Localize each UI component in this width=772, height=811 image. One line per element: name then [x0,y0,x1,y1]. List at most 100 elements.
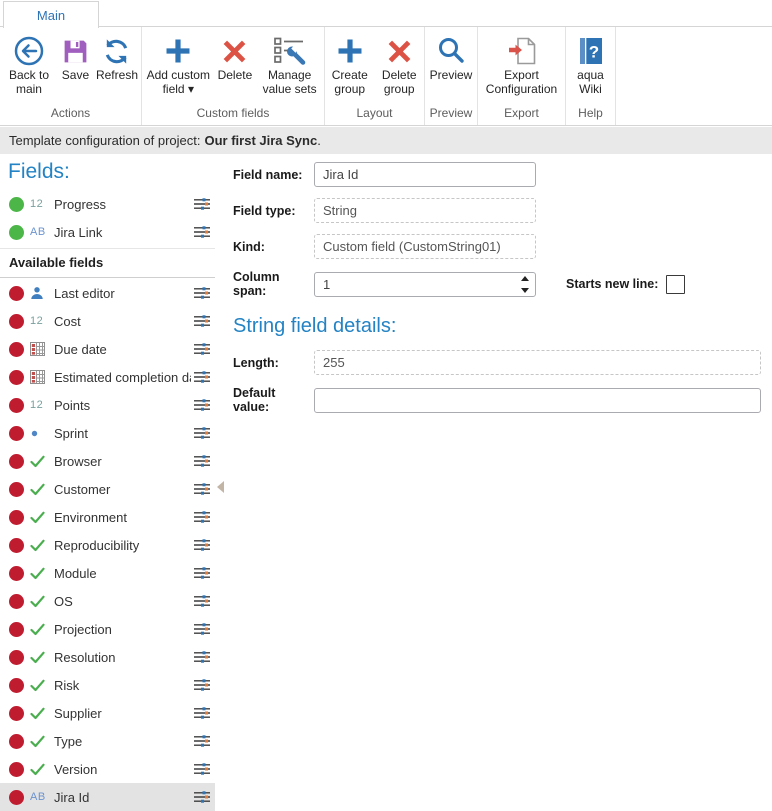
field-item-last-editor[interactable]: Last editor [0,279,215,307]
field-item-type[interactable]: Type [0,727,215,755]
tune-icon[interactable] [193,454,211,468]
add-custom-field-button[interactable]: Add custom field ▾ [142,31,215,98]
tune-icon[interactable] [193,286,211,300]
field-item-os[interactable]: OS [0,587,215,615]
tune-icon[interactable] [193,510,211,524]
string-field-details-title: String field details: [233,315,761,338]
check-type-icon [30,679,51,692]
sidebar-collapse-arrow-icon[interactable] [217,481,224,493]
field-item-label: Browser [54,454,191,469]
tune-icon[interactable] [193,398,211,412]
check-type-icon [30,651,51,664]
tune-icon[interactable] [193,734,211,748]
check-type-icon [30,707,51,720]
default-value-input[interactable] [314,388,761,413]
save-button[interactable]: Save [58,31,93,85]
field-item-reproducibility[interactable]: Reproducibility [0,531,215,559]
field-item-due-date[interactable]: Due date [0,335,215,363]
delete-group-button[interactable]: Delete group [375,31,425,98]
default-value-label: Default value: [233,386,314,414]
field-item-risk[interactable]: Risk [0,671,215,699]
project-name: Our first Jira Sync [205,133,318,148]
field-item-label: Risk [54,678,191,693]
field-config-form: Field name: Field type: Kind: Column spa… [225,154,772,805]
available-status-dot [9,286,24,301]
tune-icon[interactable] [193,482,211,496]
check-type-icon [30,623,51,636]
fields-sidebar: Fields: 12ProgressABJira Link Available … [0,154,225,805]
field-item-label: Jira Id [54,790,191,805]
check-type-icon [30,735,51,748]
available-status-dot [9,342,24,357]
manage-value-sets-button[interactable]: Manage value sets [255,31,324,98]
available-status-dot [9,566,24,581]
active-status-dot [9,197,24,212]
tune-icon[interactable] [193,790,211,804]
back-to-main-button[interactable]: Back to main [0,31,58,98]
tune-icon[interactable] [193,678,211,692]
export-configuration-button[interactable]: Export Configuration [478,31,565,98]
available-status-dot [9,678,24,693]
tune-icon[interactable] [193,622,211,636]
tune-icon[interactable] [193,197,211,211]
ribbon-group-export: Export Configuration Export [478,27,566,125]
field-item-progress[interactable]: 12Progress [0,190,215,218]
number-type-icon: 12 [30,198,51,210]
field-item-environment[interactable]: Environment [0,503,215,531]
button-label: Delete group [378,69,422,96]
tune-icon[interactable] [193,342,211,356]
field-item-browser[interactable]: Browser [0,447,215,475]
field-item-jira-link[interactable]: ABJira Link [0,218,215,246]
tab-main[interactable]: Main [3,1,99,28]
delete-button[interactable]: Delete [215,31,256,85]
field-item-label: Module [54,566,191,581]
sprint-type-icon [30,429,51,438]
refresh-button[interactable]: Refresh [93,31,141,85]
column-span-input[interactable] [314,272,536,297]
field-item-sprint[interactable]: Sprint [0,419,215,447]
field-item-cost[interactable]: 12Cost [0,307,215,335]
field-item-estimated-completion-dat[interactable]: Estimated completion dat [0,363,215,391]
tune-icon[interactable] [193,370,211,384]
field-item-version[interactable]: Version [0,755,215,783]
svg-text:?: ? [588,43,598,62]
field-item-label: Version [54,762,191,777]
active-status-dot [9,225,24,240]
tune-icon[interactable] [193,566,211,580]
tune-icon[interactable] [193,426,211,440]
field-item-points[interactable]: 12Points [0,391,215,419]
field-item-customer[interactable]: Customer [0,475,215,503]
tune-icon[interactable] [193,314,211,328]
create-group-button[interactable]: Create group [325,31,375,98]
aqua-wiki-button[interactable]: ? aqua Wiki [570,31,612,98]
field-item-resolution[interactable]: Resolution [0,643,215,671]
button-label: Refresh [96,69,138,83]
available-status-dot [9,370,24,385]
field-item-jira-id[interactable]: ABJira Id [0,783,215,811]
check-type-icon [30,483,51,496]
stepper-down-icon[interactable] [521,288,529,293]
stepper-up-icon[interactable] [521,276,529,281]
field-item-supplier[interactable]: Supplier [0,699,215,727]
preview-button[interactable]: Preview [427,31,476,85]
tune-icon[interactable] [193,594,211,608]
tune-icon[interactable] [193,762,211,776]
field-name-input[interactable] [314,162,536,187]
field-item-label: Projection [54,622,191,637]
column-span-stepper[interactable] [520,276,530,293]
field-item-label: Cost [54,314,191,329]
available-status-dot [9,790,24,805]
check-type-icon [30,567,51,580]
tune-icon[interactable] [193,650,211,664]
field-item-label: Supplier [54,706,191,721]
starts-new-line-checkbox[interactable] [666,275,685,294]
tune-icon[interactable] [193,706,211,720]
field-item-projection[interactable]: Projection [0,615,215,643]
button-label: Manage value sets [258,69,321,96]
info-prefix: Template configuration of project: [9,133,201,148]
field-item-module[interactable]: Module [0,559,215,587]
available-status-dot [9,650,24,665]
tune-icon[interactable] [193,538,211,552]
tune-icon[interactable] [193,225,211,239]
field-item-label: OS [54,594,191,609]
